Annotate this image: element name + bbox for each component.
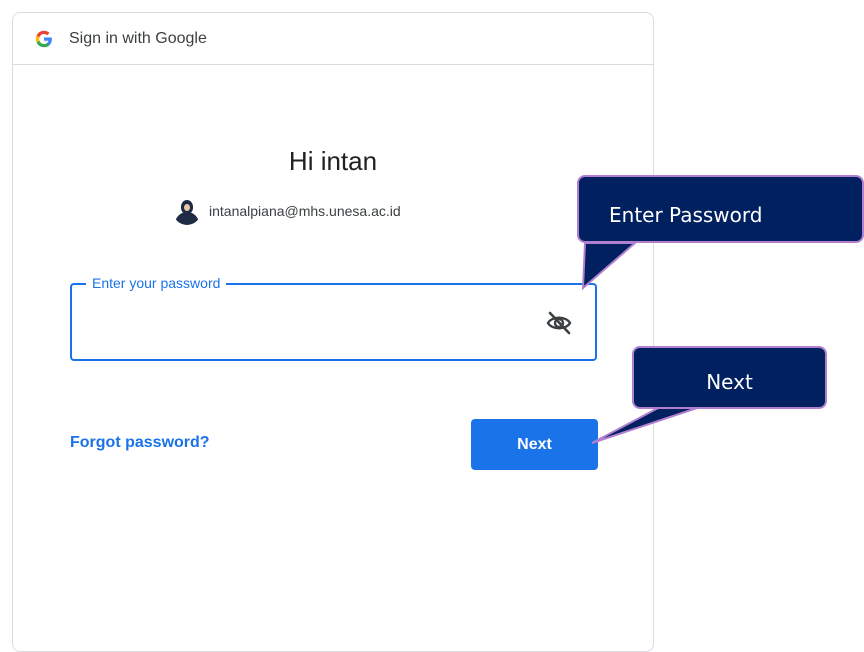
next-button[interactable]: Next <box>471 419 598 470</box>
header-title: Sign in with Google <box>69 29 207 47</box>
forgot-password-link[interactable]: Forgot password? <box>70 434 210 452</box>
password-input[interactable] <box>86 305 530 337</box>
password-field-label: Enter your password <box>86 275 227 291</box>
eye-off-icon[interactable] <box>545 309 573 337</box>
account-chip[interactable]: intanalpiana@mhs.unesa.ac.id <box>173 195 401 227</box>
next-callout: Next <box>632 346 827 409</box>
google-g-icon <box>35 30 53 48</box>
account-email: intanalpiana@mhs.unesa.ac.id <box>209 203 401 219</box>
password-field[interactable]: Enter your password <box>70 275 597 361</box>
greeting-heading: Hi intan <box>288 146 378 176</box>
sign-in-header: Sign in with Google <box>13 13 653 65</box>
enter-password-callout: Enter Password <box>577 175 864 243</box>
sign-in-card: Sign in with Google Hi intan intanalpian… <box>12 12 654 652</box>
user-avatar <box>173 197 201 225</box>
